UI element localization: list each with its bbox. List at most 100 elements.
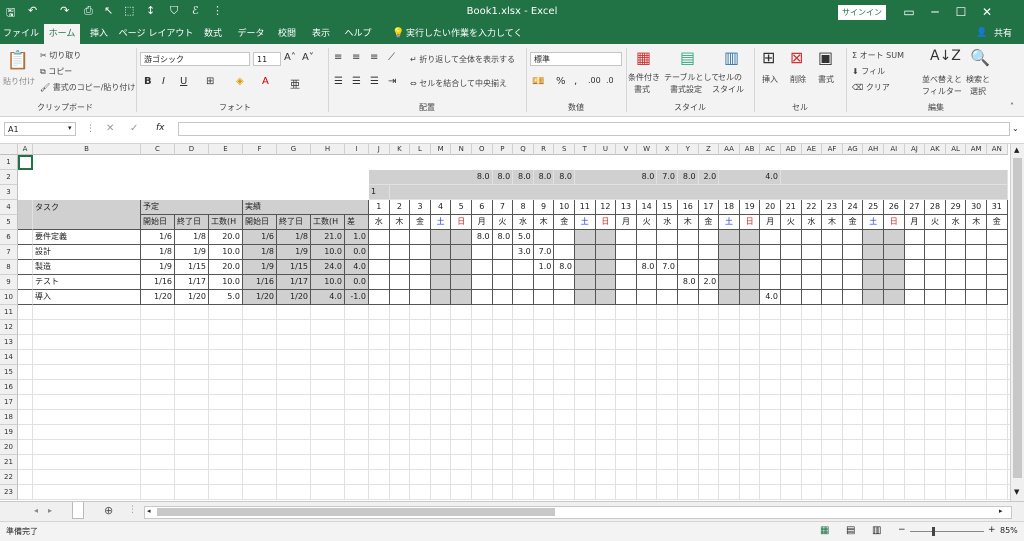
day-number[interactable]: 29 xyxy=(945,200,967,215)
day-hours[interactable] xyxy=(987,290,1008,305)
orientation-icon[interactable]: ⟋ xyxy=(388,52,395,63)
weekday[interactable]: 木 xyxy=(389,215,411,230)
column-header[interactable]: G xyxy=(277,144,311,155)
column-header[interactable]: A xyxy=(18,144,33,155)
actual-start[interactable]: 1/20 xyxy=(243,290,277,305)
day-hours[interactable] xyxy=(513,260,534,275)
conditional-format-button[interactable]: 条件付き xyxy=(628,72,660,83)
grid-row[interactable] xyxy=(18,440,1010,455)
actual-hours[interactable]: 10.0 xyxy=(311,245,345,260)
day-number[interactable]: 30 xyxy=(966,200,987,215)
daily-total[interactable]: 8.0 xyxy=(554,170,575,185)
plan-hours[interactable]: 20.0 xyxy=(209,230,243,245)
day-hours[interactable] xyxy=(369,260,390,275)
daily-total[interactable]: 4.0 xyxy=(760,170,781,185)
day-hours[interactable] xyxy=(616,260,637,275)
day-hours[interactable] xyxy=(575,245,596,260)
day-hours[interactable] xyxy=(904,290,926,305)
row-header[interactable]: 17 xyxy=(0,395,18,410)
column-header[interactable]: X xyxy=(657,144,678,155)
sheet-tab-active[interactable] xyxy=(72,502,84,519)
tab-home[interactable]: ホーム xyxy=(44,24,80,44)
currency-icon[interactable]: 💴 xyxy=(532,76,544,87)
day-number[interactable]: 19 xyxy=(739,200,761,215)
row-header[interactable]: 13 xyxy=(0,335,18,350)
weekday[interactable]: 水 xyxy=(369,215,390,230)
day-hours[interactable] xyxy=(801,290,823,305)
row-header[interactable]: 23 xyxy=(0,485,18,500)
increase-font-icon[interactable]: A˄ xyxy=(284,52,296,63)
daily-total[interactable]: 8.0 xyxy=(533,170,555,185)
day-hours[interactable]: 8.0 xyxy=(554,260,575,275)
day-number[interactable]: 22 xyxy=(801,200,823,215)
day-hours[interactable] xyxy=(739,275,761,290)
column-header[interactable]: F xyxy=(243,144,277,155)
actual-end[interactable]: 1/15 xyxy=(277,260,311,275)
day-hours[interactable] xyxy=(945,230,967,245)
day-hours[interactable] xyxy=(389,230,411,245)
daily-total[interactable]: 8.0 xyxy=(472,170,493,185)
day-hours[interactable] xyxy=(904,275,926,290)
clear-button[interactable]: ⌫ クリア xyxy=(852,82,890,93)
day-hours[interactable] xyxy=(842,260,864,275)
column-header[interactable]: K xyxy=(389,144,411,155)
plan-end[interactable]: 1/17 xyxy=(175,275,209,290)
task-header[interactable]: タスク xyxy=(33,200,141,230)
tab-help[interactable]: ヘルプ xyxy=(340,24,376,44)
actual-start-header[interactable]: 開始日 xyxy=(243,215,277,230)
grid-row[interactable] xyxy=(18,335,1010,350)
percent-icon[interactable]: % xyxy=(556,76,566,87)
day-hours[interactable] xyxy=(430,275,452,290)
day-hours[interactable] xyxy=(719,230,740,245)
day-hours[interactable] xyxy=(945,290,967,305)
day-hours[interactable] xyxy=(842,230,864,245)
weekday[interactable]: 月 xyxy=(760,215,781,230)
align-right-icon[interactable]: ☰ xyxy=(370,76,379,87)
day-number[interactable]: 1 xyxy=(369,200,390,215)
grid-row[interactable] xyxy=(18,470,1010,485)
actual-start[interactable]: 1/6 xyxy=(243,230,277,245)
normal-view-icon[interactable]: ▦ xyxy=(820,525,829,536)
actual-hours[interactable]: 24.0 xyxy=(311,260,345,275)
tab-formulas[interactable]: 数式 xyxy=(198,24,228,44)
grid-row[interactable] xyxy=(18,410,1010,425)
font-size-select[interactable]: 11 xyxy=(253,52,281,66)
weekday[interactable]: 火 xyxy=(925,215,946,230)
day-hours[interactable] xyxy=(822,290,843,305)
weekday[interactable]: 木 xyxy=(966,215,987,230)
day-number[interactable]: 31 xyxy=(987,200,1008,215)
font-name-select[interactable]: 游ゴシック xyxy=(140,52,250,66)
actual-end-header[interactable]: 終了日 xyxy=(277,215,311,230)
day-hours[interactable] xyxy=(554,245,575,260)
day-number[interactable]: 15 xyxy=(657,200,678,215)
grid-row[interactable] xyxy=(18,350,1010,365)
day-hours[interactable] xyxy=(410,275,431,290)
day-hours[interactable]: 8.0 xyxy=(492,230,514,245)
day-hours[interactable] xyxy=(966,275,987,290)
day-hours[interactable] xyxy=(616,245,637,260)
column-header[interactable]: V xyxy=(616,144,637,155)
row-header[interactable]: 16 xyxy=(0,380,18,395)
insert-cells-button[interactable]: 挿入 xyxy=(762,74,778,85)
hours-diff[interactable]: 0.0 xyxy=(345,245,369,260)
day-hours[interactable]: 2.0 xyxy=(698,275,720,290)
day-hours[interactable] xyxy=(760,245,781,260)
column-header[interactable]: C xyxy=(141,144,175,155)
day-number[interactable]: 10 xyxy=(554,200,575,215)
page-layout-view-icon[interactable]: ▤ xyxy=(846,525,855,536)
column-header[interactable]: AD xyxy=(781,144,802,155)
sort-filter-icon[interactable]: A↓Z xyxy=(930,48,961,64)
day-hours[interactable] xyxy=(739,230,761,245)
grid-row[interactable] xyxy=(18,320,1010,335)
day-hours[interactable] xyxy=(472,260,493,275)
day-hours[interactable] xyxy=(678,290,699,305)
share-button[interactable]: 共有 xyxy=(988,24,1018,44)
tab-splitter-icon[interactable]: ⋮ xyxy=(128,505,137,515)
daily-total[interactable]: 7.0 xyxy=(657,170,678,185)
actual-hours-header[interactable]: 工数(H xyxy=(311,215,345,230)
enter-icon[interactable]: ✓ xyxy=(130,123,138,134)
day-hours[interactable] xyxy=(760,260,781,275)
day-hours[interactable] xyxy=(822,230,843,245)
day-hours[interactable] xyxy=(842,245,864,260)
day-hours[interactable] xyxy=(925,275,946,290)
